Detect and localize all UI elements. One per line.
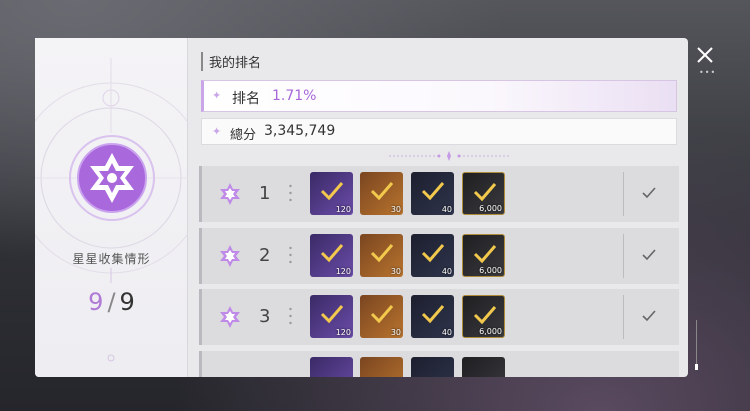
reward-row[interactable]: 2 120 30 40 6,000 <box>199 228 679 284</box>
blue-gem-icon[interactable]: 40 <box>411 234 454 277</box>
item-quantity: 6,000 <box>479 266 502 275</box>
check-icon <box>320 182 344 201</box>
blue-gem-icon[interactable] <box>411 357 454 377</box>
ranking-content: 我的排名 ✦ 排名 1.71% ✦ 總分 3,345,749 1 120 30 40 6… <box>199 38 679 377</box>
reward-rank: 1 <box>259 183 271 204</box>
reward-rank: 3 <box>259 306 271 327</box>
item-quantity: 30 <box>390 267 401 276</box>
row-divider <box>623 172 624 216</box>
check-icon <box>320 244 344 263</box>
rank-value: 1.71% <box>272 88 317 104</box>
check-icon <box>370 244 394 263</box>
check-icon <box>370 305 394 324</box>
check-icon <box>473 183 497 202</box>
collection-count: 9/9 <box>35 288 188 316</box>
item-quantity: 6,000 <box>479 204 502 213</box>
gold-coin-icon[interactable] <box>462 357 505 377</box>
score-label: 總分 <box>230 128 257 143</box>
check-icon <box>473 306 497 325</box>
divider-dots-icon <box>289 184 292 202</box>
item-quantity: 40 <box>441 267 452 276</box>
reward-row[interactable] <box>199 351 679 377</box>
reward-row[interactable]: 3 120 30 40 6,000 <box>199 289 679 345</box>
purple-crystal-icon[interactable]: 120 <box>310 172 353 215</box>
sparkle-icon: ✦ <box>212 89 222 102</box>
count-separator: / <box>107 288 116 316</box>
item-quantity: 40 <box>441 328 452 337</box>
item-quantity: 30 <box>390 328 401 337</box>
reward-row[interactable]: 1 120 30 40 6,000 <box>199 166 679 222</box>
sparkle-icon: ✦ <box>212 125 222 138</box>
star-icon <box>220 306 240 328</box>
gold-coin-icon[interactable]: 6,000 <box>462 295 505 338</box>
rank-label: 排名 <box>232 91 260 107</box>
divider-dots-icon <box>289 307 292 325</box>
claimed-check-icon <box>642 310 656 322</box>
ranking-panel: 星星收集情形 9/9 我的排名 ✦ 排名 1.71% ✦ 總分 3,345,74… <box>35 38 688 377</box>
check-icon <box>370 182 394 201</box>
section-title: 我的排名 <box>201 52 261 71</box>
check-icon <box>320 305 344 324</box>
item-quantity: 40 <box>441 205 452 214</box>
row-divider <box>623 295 624 339</box>
item-quantity: 120 <box>335 267 351 276</box>
purple-crystal-icon[interactable]: 120 <box>310 295 353 338</box>
rank-box: ✦ 排名 1.71% <box>201 80 677 112</box>
scrollbar[interactable] <box>695 320 698 370</box>
score-box: ✦ 總分 3,345,749 <box>201 118 677 145</box>
claimed-check-icon <box>642 187 656 199</box>
blue-gem-icon[interactable]: 40 <box>411 172 454 215</box>
check-icon <box>421 244 445 263</box>
close-dots-icon: ••• <box>699 68 717 77</box>
check-icon <box>421 305 445 324</box>
check-icon <box>421 182 445 201</box>
orange-material-icon[interactable]: 30 <box>360 234 403 277</box>
item-quantity: 120 <box>335 328 351 337</box>
item-quantity: 120 <box>335 205 351 214</box>
star-emblem-icon <box>69 135 155 221</box>
item-quantity: 6,000 <box>479 327 502 336</box>
orange-material-icon[interactable]: 30 <box>360 172 403 215</box>
divider-ornament <box>389 151 509 161</box>
orange-material-icon[interactable]: 30 <box>360 295 403 338</box>
total-count: 9 <box>119 288 135 316</box>
purple-crystal-icon[interactable] <box>310 357 353 377</box>
check-icon <box>473 245 497 264</box>
gold-coin-icon[interactable]: 6,000 <box>462 234 505 277</box>
claimed-check-icon <box>642 249 656 261</box>
star-icon <box>220 245 240 267</box>
star-collection-panel: 星星收集情形 9/9 <box>35 38 188 377</box>
orange-material-icon[interactable] <box>360 357 403 377</box>
row-divider <box>623 234 624 278</box>
item-quantity: 30 <box>390 205 401 214</box>
divider-dots-icon <box>289 246 292 264</box>
close-icon[interactable] <box>696 46 714 64</box>
collected-count: 9 <box>88 288 104 316</box>
reward-rank: 2 <box>259 245 271 266</box>
purple-crystal-icon[interactable]: 120 <box>310 234 353 277</box>
score-value: 3,345,749 <box>264 123 336 139</box>
gold-coin-icon[interactable]: 6,000 <box>462 172 505 215</box>
star-icon <box>220 183 240 205</box>
collection-label: 星星收集情形 <box>72 252 151 266</box>
blue-gem-icon[interactable]: 40 <box>411 295 454 338</box>
